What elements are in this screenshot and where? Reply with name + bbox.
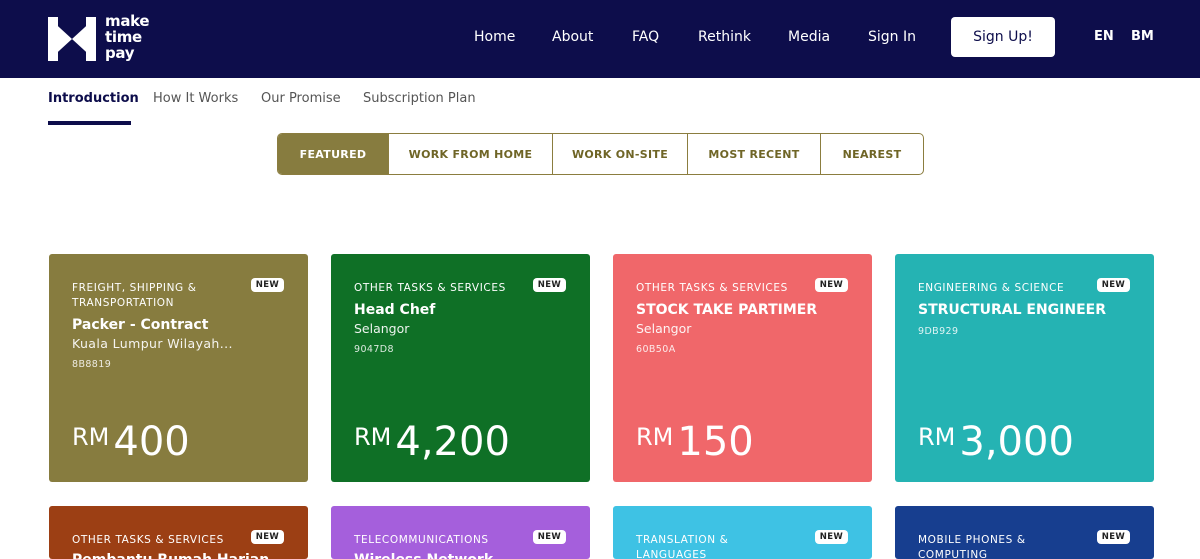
job-title: Wireless Network [354, 551, 493, 559]
nav-media-link[interactable]: Media [788, 28, 830, 46]
job-category: TELECOMMUNICATIONS [354, 534, 489, 546]
new-badge: NEW [532, 278, 566, 292]
job-category: OTHER TASKS & SERVICES [636, 282, 788, 294]
job-category: FREIGHT, SHIPPING & TRANSPORTATION [72, 282, 197, 309]
job-price: RM 400 [72, 419, 190, 465]
tab-our-promise[interactable]: Our Promise [261, 90, 341, 108]
top-navbar: make time pay Home About FAQ Rethink Med… [0, 0, 1200, 78]
nav-signin-link[interactable]: Sign In [868, 28, 916, 46]
job-title: Packer - Contract [72, 317, 209, 333]
job-filter-group: FEATURED WORK FROM HOME WORK ON-SITE MOS… [277, 133, 924, 175]
tab-how-it-works[interactable]: How It Works [153, 90, 238, 108]
filter-most-recent-button[interactable]: MOST RECENT [688, 134, 821, 174]
logo-word-time: time [105, 28, 142, 46]
job-code: 9DB929 [918, 326, 959, 337]
logo-icon [48, 17, 96, 61]
job-price: RM 3,000 [918, 419, 1074, 465]
price-amount: 150 [677, 419, 754, 465]
job-card[interactable]: OTHER TASKS & SERVICES NEW Pembantu Ruma… [49, 506, 308, 559]
new-badge: NEW [814, 278, 848, 292]
lang-bm-toggle[interactable]: BM [1131, 28, 1154, 46]
filter-work-from-home-button[interactable]: WORK FROM HOME [389, 134, 553, 174]
job-card[interactable]: MOBILE PHONES & COMPUTING NEW [895, 506, 1154, 559]
job-card[interactable]: TELECOMMUNICATIONS NEW Wireless Network [331, 506, 590, 559]
signup-button[interactable]: Sign Up! [951, 17, 1055, 57]
price-amount: 3,000 [959, 419, 1074, 465]
job-card[interactable]: FREIGHT, SHIPPING & TRANSPORTATION NEW P… [49, 254, 308, 482]
brand-logo[interactable]: make time pay [48, 13, 160, 65]
tab-introduction[interactable]: Introduction [48, 90, 139, 108]
price-currency: RM [72, 423, 110, 451]
price-currency: RM [354, 423, 392, 451]
logo-word-pay: pay [105, 44, 135, 62]
new-badge: NEW [250, 278, 284, 292]
nav-rethink-link[interactable]: Rethink [698, 28, 751, 46]
job-title: Head Chef [354, 302, 436, 318]
nav-home-link[interactable]: Home [474, 28, 515, 46]
nav-about-link[interactable]: About [552, 28, 593, 46]
job-card[interactable]: OTHER TASKS & SERVICES NEW STOCK TAKE PA… [613, 254, 872, 482]
job-price: RM 150 [636, 419, 754, 465]
filter-work-on-site-button[interactable]: WORK ON-SITE [553, 134, 688, 174]
price-currency: RM [918, 423, 956, 451]
new-badge: NEW [250, 530, 284, 544]
job-code: 60B50A [636, 344, 676, 355]
job-location: Selangor [354, 321, 410, 336]
job-location: Kuala Lumpur Wilayah... [72, 336, 233, 351]
job-location: Selangor [636, 321, 692, 336]
job-category: MOBILE PHONES & COMPUTING [918, 534, 1026, 559]
filter-featured-button[interactable]: FEATURED [278, 134, 389, 174]
job-price: RM 4,200 [354, 419, 510, 465]
price-currency: RM [636, 423, 674, 451]
nav-faq-link[interactable]: FAQ [632, 28, 659, 46]
job-code: 8B8819 [72, 359, 112, 370]
job-title: STRUCTURAL ENGINEER [918, 302, 1106, 318]
job-card[interactable]: OTHER TASKS & SERVICES NEW Head Chef Sel… [331, 254, 590, 482]
price-amount: 4,200 [395, 419, 510, 465]
price-amount: 400 [113, 419, 190, 465]
job-card[interactable]: ENGINEERING & SCIENCE NEW STRUCTURAL ENG… [895, 254, 1154, 482]
job-card[interactable]: TRANSLATION & LANGUAGES NEW [613, 506, 872, 559]
lang-en-toggle[interactable]: EN [1094, 28, 1114, 46]
active-tab-indicator [48, 121, 131, 125]
job-code: 9047D8 [354, 344, 394, 355]
tab-subscription-plan[interactable]: Subscription Plan [363, 90, 476, 108]
job-category: TRANSLATION & LANGUAGES [636, 534, 729, 559]
new-badge: NEW [532, 530, 566, 544]
new-badge: NEW [1096, 530, 1130, 544]
job-title: Pembantu Rumah Harian [72, 551, 269, 559]
job-title: STOCK TAKE PARTIMER [636, 302, 818, 318]
filter-nearest-button[interactable]: NEAREST [821, 134, 923, 174]
job-category: OTHER TASKS & SERVICES [72, 534, 224, 546]
new-badge: NEW [814, 530, 848, 544]
new-badge: NEW [1096, 278, 1130, 292]
job-category: OTHER TASKS & SERVICES [354, 282, 506, 294]
logo-word-make: make [105, 12, 150, 30]
job-category: ENGINEERING & SCIENCE [918, 282, 1065, 294]
logo-wordmark: make time pay [105, 12, 150, 62]
